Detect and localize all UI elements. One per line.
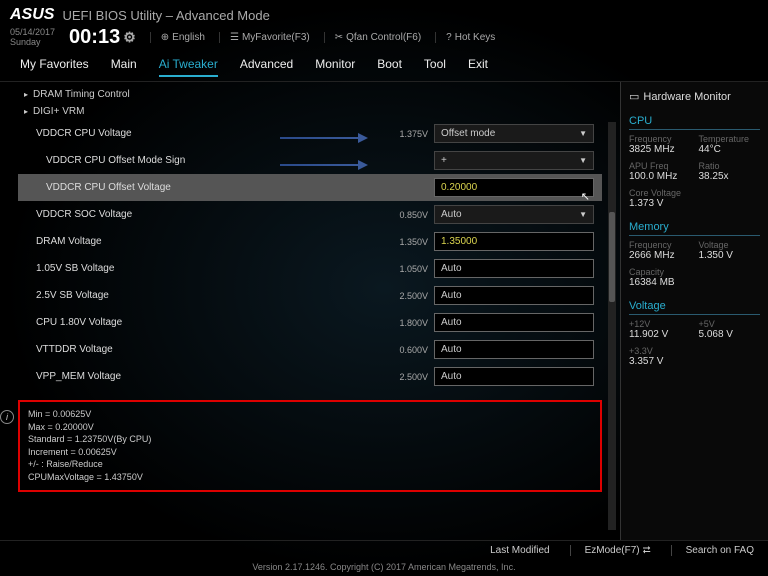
hw-section-cpu: CPU <box>629 109 760 130</box>
tab-monitor[interactable]: Monitor <box>315 57 355 77</box>
dropdown-offset-mode[interactable]: Offset mode▼ <box>434 124 594 143</box>
dropdown-soc[interactable]: Auto▼ <box>434 205 594 224</box>
scrollbar-thumb[interactable] <box>609 212 615 302</box>
scrollbar[interactable] <box>608 122 616 530</box>
input-cpu180[interactable]: Auto <box>434 313 594 332</box>
setting-cpu-180v[interactable]: CPU 1.80V Voltage 1.800V Auto <box>18 309 602 336</box>
day-text: Sunday <box>10 38 55 48</box>
cursor-icon: ↖ <box>581 190 590 203</box>
hardware-monitor-panel: ▭Hardware Monitor CPU Frequency3825 MHz … <box>620 82 768 540</box>
tab-favorites[interactable]: My Favorites <box>20 57 89 77</box>
hotkeys-button[interactable]: ? Hot Keys <box>435 32 495 43</box>
tab-exit[interactable]: Exit <box>468 57 488 77</box>
fan-icon: ✂ <box>335 32 343 43</box>
chevron-down-icon: ▼ <box>579 156 587 165</box>
hw-section-memory: Memory <box>629 215 760 236</box>
input-dram-voltage[interactable]: 1.35000 <box>434 232 594 251</box>
main-tabs: My Favorites Main Ai Tweaker Advanced Mo… <box>0 51 768 82</box>
info-icon: i <box>0 410 14 424</box>
search-faq-button[interactable]: Search on FAQ <box>671 545 754 556</box>
language-selector[interactable]: ⊕ English <box>150 32 205 43</box>
input-vttddr[interactable]: Auto <box>434 340 594 359</box>
input-25sb[interactable]: Auto <box>434 286 594 305</box>
gear-icon[interactable]: ⚙ <box>123 29 136 46</box>
monitor-icon: ▭ <box>629 90 639 103</box>
app-title: UEFI BIOS Utility – Advanced Mode <box>62 8 269 23</box>
info-box: i Min = 0.00625V Max = 0.20000V Standard… <box>18 400 602 492</box>
tab-boot[interactable]: Boot <box>377 57 402 77</box>
clock-time: 00:13 <box>69 26 120 49</box>
setting-vddcr-cpu-voltage[interactable]: VDDCR CPU Voltage 1.375V Offset mode▼ <box>18 120 602 147</box>
setting-105v-sb[interactable]: 1.05V SB Voltage 1.050V Auto <box>18 255 602 282</box>
chevron-down-icon: ▼ <box>579 210 587 219</box>
favorites-button[interactable]: ☰ MyFavorite(F3) <box>219 32 310 43</box>
version-text: Version 2.17.1246. Copyright (C) 2017 Am… <box>0 560 768 576</box>
input-105sb[interactable]: Auto <box>434 259 594 278</box>
input-offset-voltage[interactable]: 0.20000 <box>434 178 594 197</box>
setting-offset-voltage[interactable]: VDDCR CPU Offset Voltage 0.20000 <box>18 174 602 201</box>
tab-tool[interactable]: Tool <box>424 57 446 77</box>
list-icon: ☰ <box>230 32 239 43</box>
setting-25v-sb[interactable]: 2.5V SB Voltage 2.500V Auto <box>18 282 602 309</box>
tab-main[interactable]: Main <box>111 57 137 77</box>
tree-item-dram-timing[interactable]: ▸DRAM Timing Control <box>18 86 602 103</box>
dropdown-sign[interactable]: +▼ <box>434 151 594 170</box>
hw-section-voltage: Voltage <box>629 294 760 315</box>
brand-logo: ASUS <box>10 6 54 24</box>
question-icon: ? <box>446 32 452 43</box>
setting-dram-voltage[interactable]: DRAM Voltage 1.350V 1.35000 <box>18 228 602 255</box>
setting-vddcr-soc[interactable]: VDDCR SOC Voltage 0.850V Auto▼ <box>18 201 602 228</box>
globe-icon: ⊕ <box>161 32 169 43</box>
swap-icon: ⮂ <box>643 545 651 556</box>
tree-item-digi-vrm[interactable]: ▸DIGI+ VRM <box>18 103 602 120</box>
tab-ai-tweaker[interactable]: Ai Tweaker <box>159 57 218 77</box>
settings-panel: ↖ ▸DRAM Timing Control ▸DIGI+ VRM VDDCR … <box>0 82 620 540</box>
input-vppmem[interactable]: Auto <box>434 367 594 386</box>
qfan-button[interactable]: ✂ Qfan Control(F6) <box>324 32 421 43</box>
chevron-down-icon: ▼ <box>579 129 587 138</box>
setting-vttddr[interactable]: VTTDDR Voltage 0.600V Auto <box>18 336 602 363</box>
last-modified-button[interactable]: Last Modified <box>490 545 549 556</box>
ezmode-button[interactable]: EzMode(F7)⮂ <box>570 545 651 556</box>
setting-offset-mode-sign[interactable]: VDDCR CPU Offset Mode Sign +▼ <box>18 147 602 174</box>
setting-vpp-mem[interactable]: VPP_MEM Voltage 2.500V Auto <box>18 363 602 390</box>
tab-advanced[interactable]: Advanced <box>240 57 293 77</box>
